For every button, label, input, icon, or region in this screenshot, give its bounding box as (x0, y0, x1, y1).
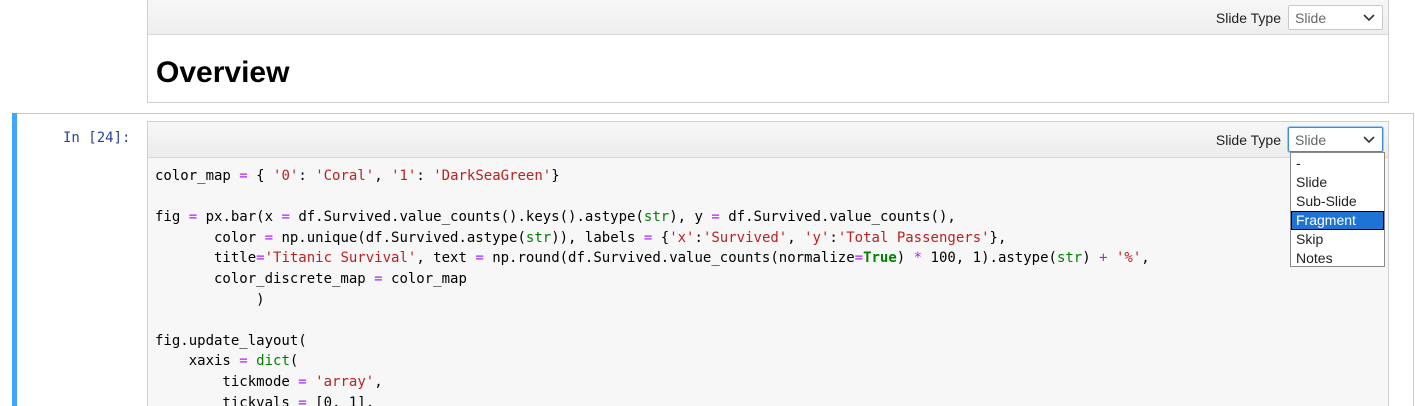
slide-type-dropdown[interactable]: - Slide Sub-Slide Fragment Skip Notes (1290, 152, 1385, 267)
notebook-page: Slide Type Slide Overview In [24]: Slide… (0, 0, 1415, 406)
slide-type-select[interactable]: Slide (1288, 5, 1383, 30)
slide-type-label: Slide Type (1215, 131, 1281, 148)
cell-selection-bar (12, 113, 17, 406)
slide-type-value: Slide (1295, 131, 1327, 148)
code-editor[interactable]: color_map = { '0': 'Coral', '1': 'DarkSe… (155, 166, 1150, 406)
chevron-down-icon (1363, 13, 1375, 21)
slide-type-label: Slide Type (1215, 9, 1281, 26)
markdown-cell[interactable]: Slide Type Slide Overview (147, 0, 1389, 103)
slide-type-group: Slide Type Slide (1216, 5, 1383, 30)
cell-toolbar: Slide Type Slide (148, 122, 1388, 158)
section-heading: Overview (156, 56, 290, 89)
option-dash[interactable]: - (1291, 154, 1384, 173)
option-sub-slide[interactable]: Sub-Slide (1291, 192, 1384, 211)
option-fragment[interactable]: Fragment (1291, 211, 1384, 230)
code-cell[interactable]: Slide Type Slide color_map = { '0': 'Cor… (147, 121, 1389, 406)
input-prompt: In [24]: (63, 130, 131, 146)
slide-type-value: Slide (1295, 9, 1327, 26)
option-notes[interactable]: Notes (1291, 249, 1384, 268)
option-skip[interactable]: Skip (1291, 230, 1384, 249)
cell-toolbar: Slide Type Slide (148, 0, 1388, 35)
slide-type-group: Slide Type Slide (1216, 127, 1383, 152)
slide-type-select[interactable]: Slide (1288, 127, 1383, 152)
option-slide[interactable]: Slide (1291, 173, 1384, 192)
chevron-down-icon (1363, 135, 1375, 143)
